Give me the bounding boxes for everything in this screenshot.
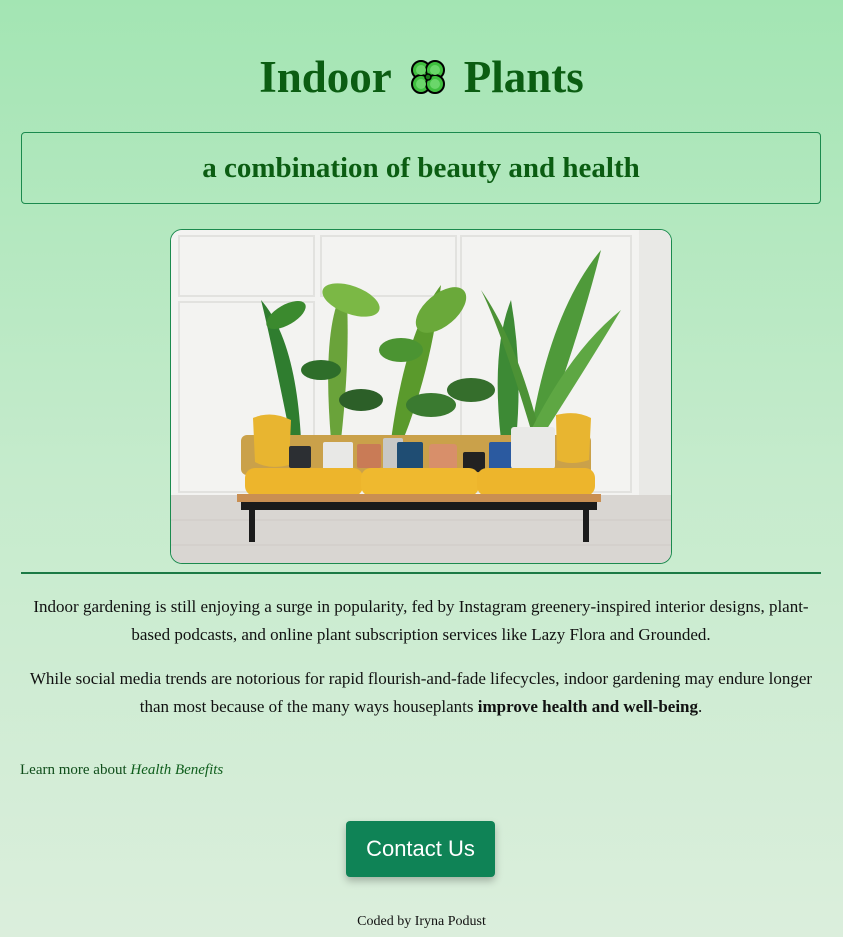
footer-credit: Coded by Iryna Podust xyxy=(357,914,486,929)
page: Indoor Plants a combination of beauty an… xyxy=(0,0,843,937)
four-leaf-clover-icon xyxy=(410,60,445,94)
intro-paragraph-1: Indoor gardening is still enjoying a sur… xyxy=(33,597,809,644)
hero-image xyxy=(170,229,672,564)
tagline: a combination of beauty and health xyxy=(202,151,640,184)
intro-paragraph-2: While social media trends are notorious … xyxy=(26,665,816,720)
tagline-box: a combination of beauty and health xyxy=(21,132,821,204)
title-right: Plants xyxy=(463,52,584,102)
section-divider xyxy=(21,572,821,574)
plants-on-sofa-illustration xyxy=(171,230,671,563)
intro-paragraph-2-end: . xyxy=(698,696,703,716)
intro-paragraph-2-emphasis: improve health and well-being xyxy=(477,696,699,716)
learn-more: Learn more about Health Benefits xyxy=(20,762,223,779)
learn-more-prefix: Learn more about xyxy=(20,762,131,778)
intro-text: Indoor gardening is still enjoying a sur… xyxy=(26,593,816,720)
title-left: Indoor xyxy=(259,52,392,102)
page-title: Indoor Plants xyxy=(0,48,843,106)
contact-us-button[interactable]: Contact Us xyxy=(346,821,495,877)
health-benefits-link[interactable]: Health Benefits xyxy=(130,762,223,778)
